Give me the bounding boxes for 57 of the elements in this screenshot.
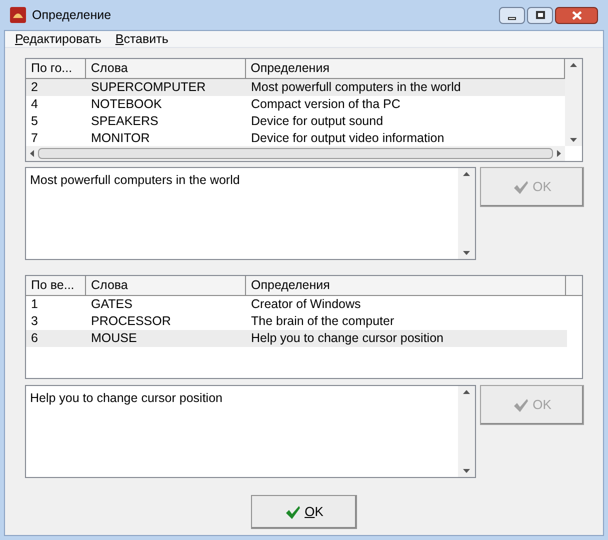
table-cell-text: The brain of the computer (250, 313, 396, 330)
vertical-scrollbar[interactable] (458, 386, 475, 477)
maximize-button[interactable] (527, 6, 553, 24)
table-cell-text: 7 (30, 130, 39, 146)
table-cell-text: Help you to change cursor position (250, 330, 444, 347)
minimize-button[interactable] (499, 6, 525, 24)
horizontal-scrollbar[interactable] (26, 146, 565, 161)
table-cell-text: Creator of Windows (250, 296, 362, 313)
scroll-right-icon[interactable] (557, 150, 561, 157)
table-cell-text: Device for output sound (250, 113, 384, 130)
scroll-up-icon[interactable] (463, 390, 470, 394)
column-header[interactable]: Слова (86, 59, 246, 78)
checkmark-icon (284, 504, 301, 520)
table-cell-text: MONITOR (90, 130, 151, 146)
scroll-thumb[interactable] (38, 148, 553, 159)
table-cell-text: 3 (30, 313, 39, 330)
ok-button[interactable]: OK (251, 495, 357, 529)
table-cell-text: 5 (30, 113, 39, 130)
vertical-scrollbar[interactable] (458, 168, 475, 259)
menu-item[interactable]: Редактировать (15, 30, 102, 48)
column-header[interactable]: Определения (246, 276, 566, 295)
app-icon (10, 7, 26, 23)
column-header[interactable]: По го... (26, 59, 86, 78)
table-row[interactable]: 2 SUPERCOMPUTER Most powerfull computers in the world (26, 79, 565, 96)
table-cell-text: NOTEBOOK (90, 96, 163, 113)
window-title: Определение (32, 6, 112, 24)
table-cell-text: SPEAKERS (90, 113, 160, 130)
table-cell-text: 4 (30, 96, 39, 113)
checkmark-icon (512, 398, 529, 412)
text-area[interactable]: Most powerfull computers in the world (25, 167, 476, 260)
scroll-down-icon[interactable] (570, 138, 577, 142)
scroll-left-icon[interactable] (30, 150, 34, 157)
maximize-icon (536, 11, 544, 19)
table-cell-text: Device for output video information (250, 130, 446, 146)
text-area[interactable]: Help you to change cursor position (25, 385, 476, 478)
table-cell-text: PROCESSOR (90, 313, 172, 330)
close-icon (572, 10, 582, 20)
column-header[interactable]: Слова (86, 276, 246, 295)
vertical-scrollbar[interactable] (565, 59, 582, 146)
scroll-up-icon[interactable] (463, 172, 470, 176)
table-cell-text: 6 (30, 330, 39, 347)
table-cell-text: Compact version of tha PC (250, 96, 402, 113)
table-cell-text: SUPERCOMPUTER (90, 79, 207, 96)
column-header[interactable]: По ве... (26, 276, 86, 295)
minimize-icon (508, 16, 516, 20)
checkmark-icon (512, 180, 529, 194)
table-row[interactable]: 6 MOUSE Help you to change cursor position (26, 330, 567, 347)
menu-item[interactable]: Вставить (115, 30, 168, 48)
scroll-down-icon[interactable] (463, 469, 470, 473)
close-button[interactable] (555, 6, 598, 24)
table-cell-text: 2 (30, 79, 39, 96)
table-cell-text: 1 (30, 296, 39, 313)
table-cell-text: Most powerfull computers in the world (250, 79, 462, 96)
scroll-up-icon[interactable] (570, 63, 577, 67)
table-cell-text: MOUSE (90, 330, 138, 347)
scroll-down-icon[interactable] (463, 251, 470, 255)
table-cell-text: GATES (90, 296, 134, 313)
